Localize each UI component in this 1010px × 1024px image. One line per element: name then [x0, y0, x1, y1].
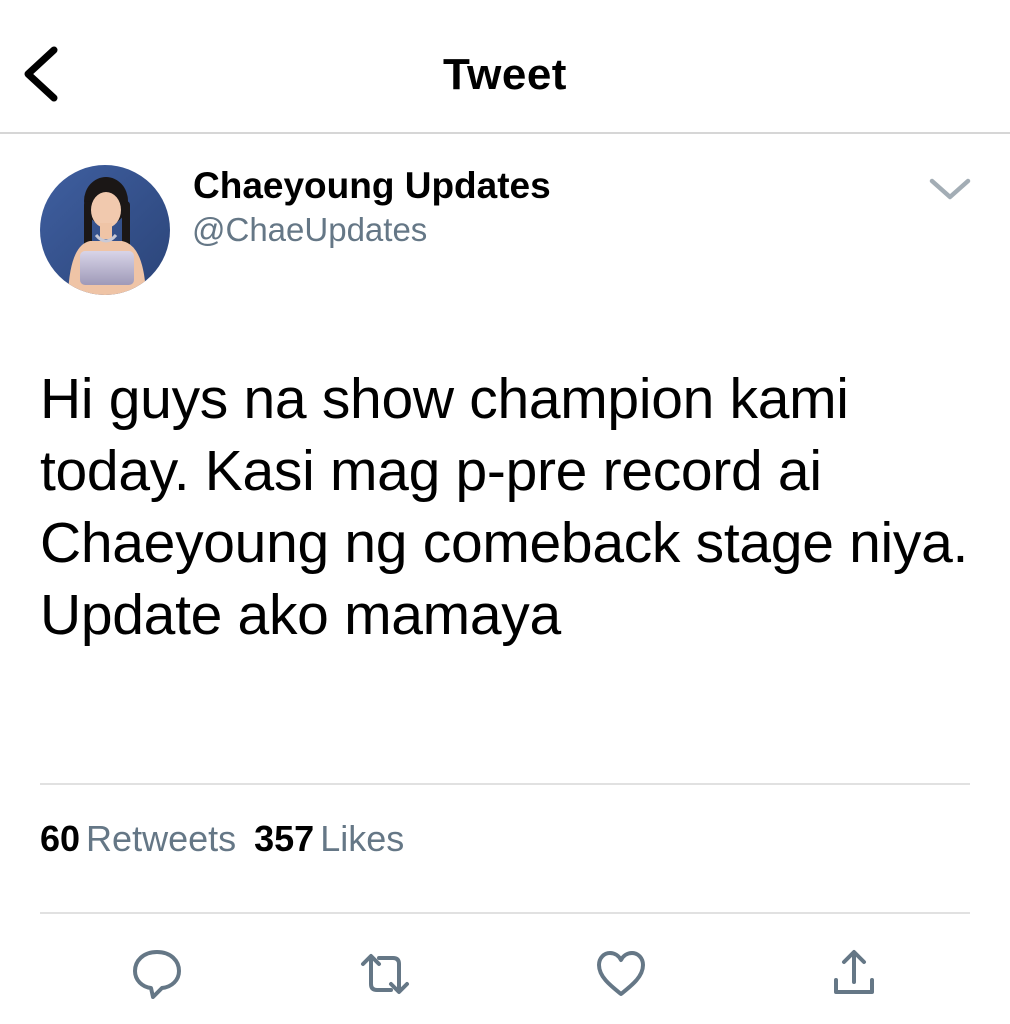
top-navigation-bar: Tweet [0, 0, 1010, 134]
chevron-down-icon [929, 178, 971, 200]
retweets-label: Retweets [86, 818, 237, 859]
avatar[interactable] [40, 165, 170, 295]
likes-count: 357 [254, 818, 315, 859]
page-title: Tweet [443, 50, 567, 99]
retweets-stat[interactable]: 60 Retweets [40, 818, 236, 860]
retweets-count: 60 [40, 818, 81, 859]
retweet-button[interactable] [357, 946, 413, 1002]
tweet-options-button[interactable] [926, 172, 974, 204]
like-button[interactable] [593, 946, 649, 1002]
like-icon [597, 951, 645, 996]
share-button[interactable] [826, 946, 882, 1002]
profile-photo [40, 165, 170, 295]
likes-stat[interactable]: 357 Likes [254, 818, 404, 860]
share-icon [834, 950, 874, 994]
divider [40, 912, 970, 914]
tweet-text: Hi guys na show champion kami today. Kas… [40, 367, 969, 647]
likes-label: Likes [320, 818, 405, 859]
reply-button[interactable] [129, 946, 185, 1002]
tweet-stats: 60 Retweets 357 Likes [40, 818, 422, 860]
divider [40, 783, 970, 785]
author-display-name[interactable]: Chaeyoung Updates [193, 165, 551, 207]
retweet-icon [361, 954, 409, 994]
author-handle[interactable]: @ChaeUpdates [192, 211, 427, 249]
reply-icon [133, 950, 181, 999]
